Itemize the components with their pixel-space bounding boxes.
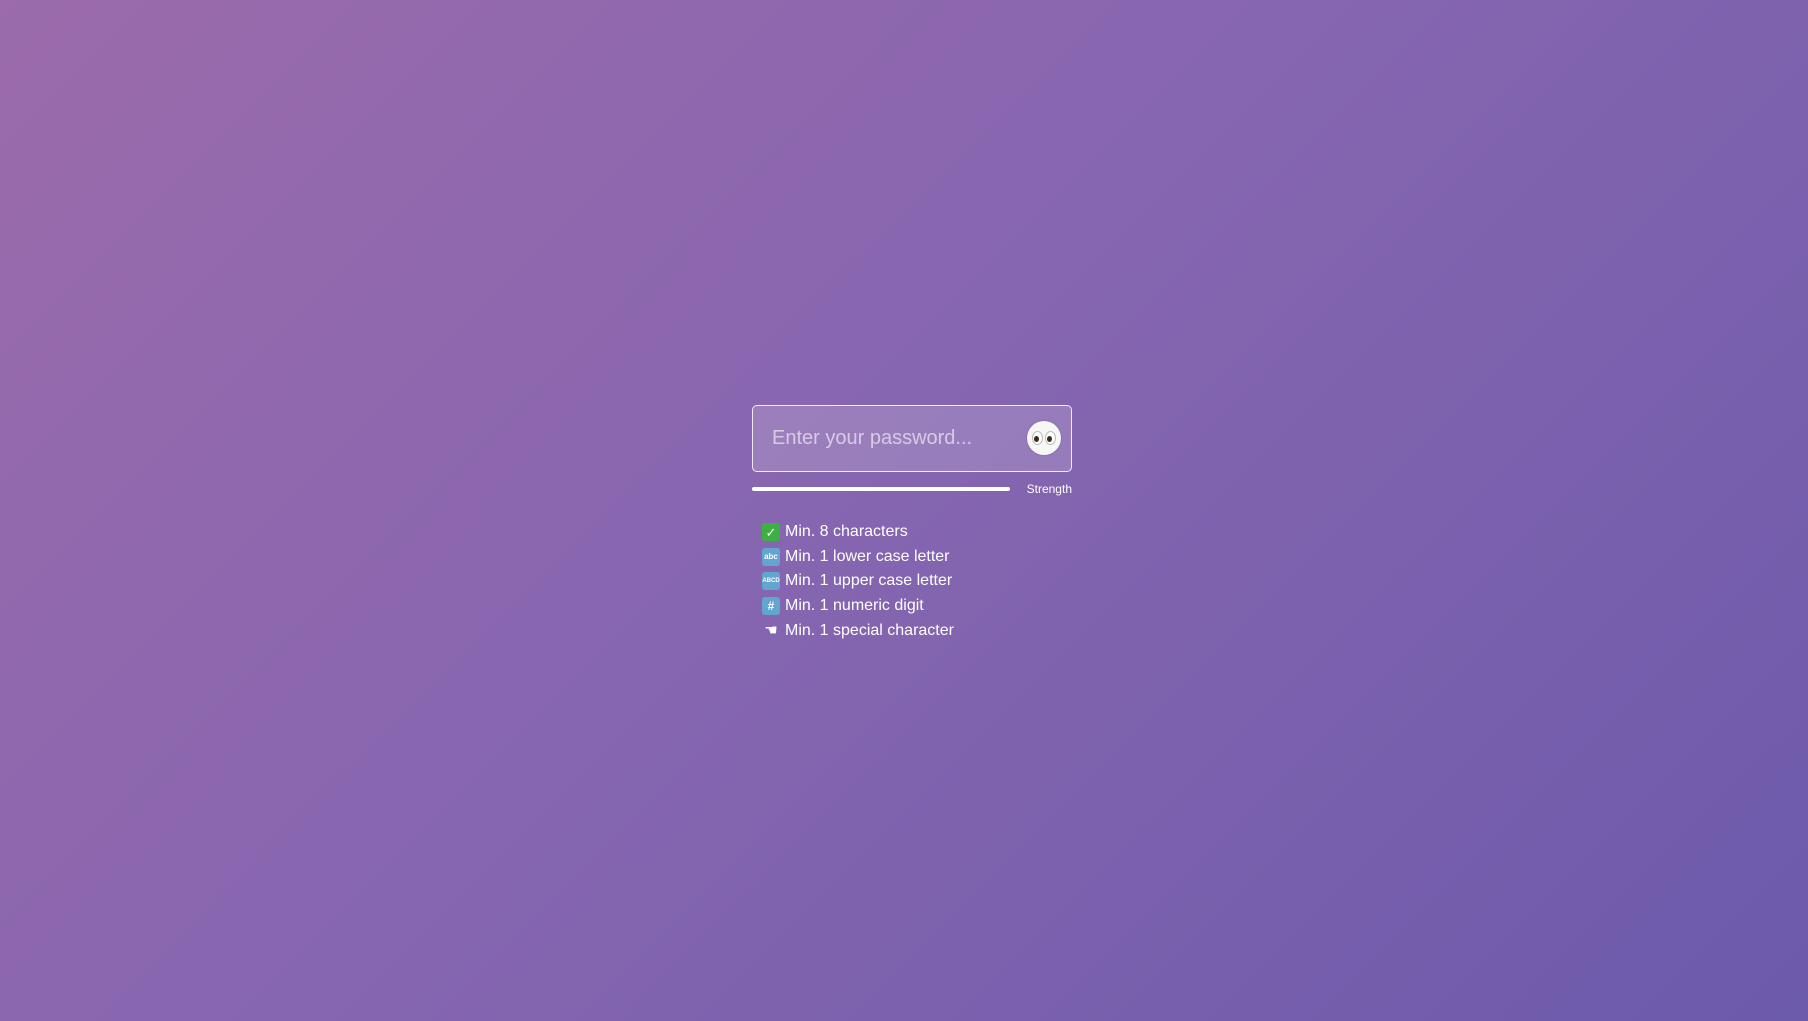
password-field-container	[752, 405, 1072, 472]
show-password-toggle[interactable]	[1027, 421, 1061, 455]
requirement-label: Min. 1 numeric digit	[785, 597, 924, 615]
strength-meter: Strength	[752, 482, 1072, 498]
abcd-uppercase-icon: ABCD	[762, 572, 780, 591]
requirement-item: ABCD Min. 1 upper case letter	[762, 569, 1072, 594]
strength-label: Strength	[1026, 482, 1072, 496]
requirement-item: ☚ Min. 1 special character	[762, 618, 1072, 643]
check-mark-icon: ✓	[762, 523, 780, 542]
abc-lowercase-icon: abc	[762, 547, 780, 566]
eyes-icon	[1045, 431, 1056, 445]
hash-icon: #	[762, 597, 780, 616]
eyes-icon	[1032, 431, 1043, 445]
requirement-label: Min. 8 characters	[785, 523, 908, 541]
password-input[interactable]	[753, 406, 1013, 470]
requirement-item: # Min. 1 numeric digit	[762, 594, 1072, 619]
requirement-label: Min. 1 special character	[785, 621, 954, 639]
requirement-label: Min. 1 upper case letter	[785, 572, 953, 590]
requirements-list: ✓ Min. 8 characters abc Min. 1 lower cas…	[762, 520, 1072, 643]
password-widget: Strength ✓ Min. 8 characters abc Min. 1 …	[752, 405, 1072, 643]
requirement-item: abc Min. 1 lower case letter	[762, 545, 1072, 570]
strength-bar	[752, 487, 1010, 491]
pointing-hand-icon: ☚	[764, 622, 778, 640]
requirement-item: ✓ Min. 8 characters	[762, 520, 1072, 545]
requirement-label: Min. 1 lower case letter	[785, 547, 950, 565]
